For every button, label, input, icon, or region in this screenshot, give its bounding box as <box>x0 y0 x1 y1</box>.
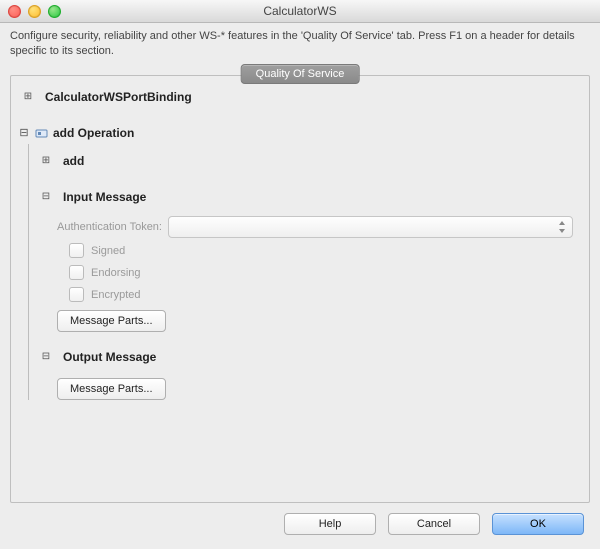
operation-icon <box>35 127 49 139</box>
window-controls <box>8 5 61 18</box>
tab-quality-of-service[interactable]: Quality Of Service <box>241 64 360 84</box>
auth-token-label: Authentication Token: <box>57 221 162 233</box>
encrypted-label: Encrypted <box>91 289 141 301</box>
collapse-icon[interactable] <box>39 190 53 204</box>
input-message-header: Input Message <box>63 190 146 204</box>
endorsing-checkbox[interactable] <box>69 265 84 280</box>
cancel-button[interactable]: Cancel <box>388 513 480 535</box>
window-title: CalculatorWS <box>0 4 600 18</box>
tree-row-operation-group[interactable]: add Operation <box>17 122 583 144</box>
encrypted-checkbox[interactable] <box>69 287 84 302</box>
minimize-icon[interactable] <box>28 5 41 18</box>
auth-token-select[interactable] <box>168 216 573 238</box>
expand-icon[interactable] <box>21 90 35 104</box>
titlebar: CalculatorWS <box>0 0 600 23</box>
ok-button[interactable]: OK <box>492 513 584 535</box>
help-button[interactable]: Help <box>284 513 376 535</box>
output-message-header: Output Message <box>63 350 156 364</box>
output-message-parts-button[interactable]: Message Parts... <box>57 378 166 400</box>
auth-token-row: Authentication Token: <box>57 214 573 240</box>
qos-panel: CalculatorWSPortBinding add Operation ad… <box>10 75 590 503</box>
expand-icon[interactable] <box>39 154 53 168</box>
zoom-icon[interactable] <box>48 5 61 18</box>
tree-row-output-message[interactable]: Output Message <box>29 346 583 368</box>
binding-label: CalculatorWSPortBinding <box>45 90 192 104</box>
signed-row[interactable]: Signed <box>69 240 583 262</box>
signed-checkbox[interactable] <box>69 243 84 258</box>
dialog-buttons: Help Cancel OK <box>0 503 600 535</box>
tree-row-operation[interactable]: add <box>29 150 583 172</box>
operation-label: add <box>63 154 84 168</box>
signed-label: Signed <box>91 245 125 257</box>
description-text: Configure security, reliability and othe… <box>0 23 600 61</box>
operation-group-label: add Operation <box>53 126 134 140</box>
tree-row-binding[interactable]: CalculatorWSPortBinding <box>17 86 583 108</box>
chevron-updown-icon <box>558 219 566 235</box>
close-icon[interactable] <box>8 5 21 18</box>
collapse-icon[interactable] <box>39 350 53 364</box>
encrypted-row[interactable]: Encrypted <box>69 284 583 306</box>
endorsing-row[interactable]: Endorsing <box>69 262 583 284</box>
endorsing-label: Endorsing <box>91 267 141 279</box>
collapse-icon[interactable] <box>17 126 31 140</box>
tree-row-input-message[interactable]: Input Message <box>29 186 583 208</box>
input-message-parts-button[interactable]: Message Parts... <box>57 310 166 332</box>
